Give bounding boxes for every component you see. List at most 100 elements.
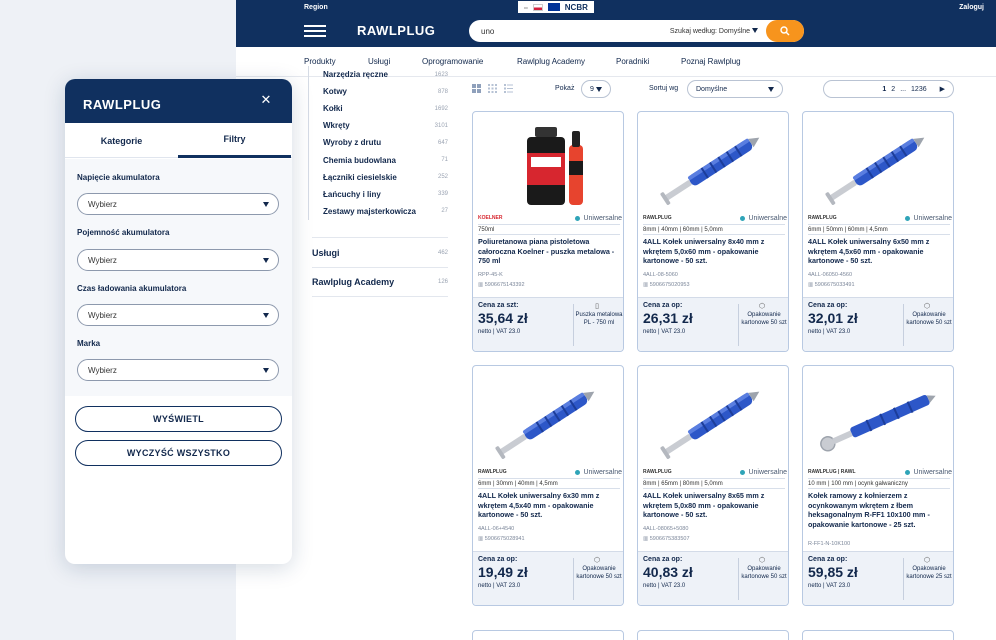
category-academy[interactable]: Rawlplug Academy 126 bbox=[312, 267, 448, 297]
product-image[interactable] bbox=[807, 119, 951, 209]
nav-item-poradniki[interactable]: Poradniki bbox=[616, 57, 649, 66]
page-2[interactable]: 2 bbox=[891, 86, 895, 93]
product-title[interactable]: 4ALL Kołek uniwersalny 8x40 mm z wkrętem… bbox=[643, 237, 783, 266]
pagination: 1 2 ... 1236 ▶ bbox=[823, 80, 954, 98]
tab-kategorie[interactable]: Kategorie bbox=[65, 123, 178, 158]
page-1[interactable]: 1 bbox=[882, 86, 886, 93]
price-label: Cena za op: bbox=[478, 556, 518, 563]
product-card-partial[interactable] bbox=[637, 630, 789, 640]
category-item[interactable]: Narzędzia ręczne 1623 bbox=[308, 66, 448, 84]
product-image[interactable] bbox=[477, 373, 621, 463]
vat-info: netto | VAT 23.0 bbox=[478, 583, 521, 589]
category-label: Kotwy bbox=[323, 87, 347, 97]
ean-value: 5906675143392 bbox=[484, 281, 525, 288]
price-label: Cena za op: bbox=[643, 302, 683, 309]
product-specs: 8mm | 65mm | 80mm | 5,0mm bbox=[643, 481, 723, 487]
product-card-partial[interactable] bbox=[802, 630, 954, 640]
ean-value: 5906675033491 bbox=[814, 281, 855, 288]
per-page-select[interactable]: 9 bbox=[581, 80, 611, 98]
category-item[interactable]: Wkręty 3101 bbox=[308, 117, 448, 135]
login-link[interactable]: Zaloguj bbox=[959, 4, 984, 11]
product-card[interactable]: RAWLPLUG Uniwersalne 6mm | 50mm | 60mm |… bbox=[802, 111, 954, 352]
grid-view-icon[interactable] bbox=[472, 84, 481, 93]
product-image[interactable] bbox=[642, 119, 786, 209]
filter-select-voltage[interactable]: Wybierz bbox=[77, 193, 279, 215]
rawlplug-logo: RAWLPLUG bbox=[83, 97, 162, 112]
price-value: 26,31 zł bbox=[643, 310, 693, 326]
product-card[interactable]: RAWLPLUG Uniwersalne 8mm | 40mm | 60mm |… bbox=[637, 111, 789, 352]
price-value: 19,49 zł bbox=[478, 564, 528, 580]
filter-label-charge-time: Czas ładowania akumulatora bbox=[77, 284, 187, 293]
nav-item-academy[interactable]: Rawlplug Academy bbox=[517, 57, 585, 66]
search-scope-select[interactable]: Szukaj według: Domyślne bbox=[670, 27, 766, 35]
nav-item-uslugi[interactable]: Usługi bbox=[368, 57, 390, 66]
packaging-info: Opakowanie kartonowe 50 szt bbox=[741, 312, 787, 326]
hamburger-menu-icon[interactable] bbox=[304, 25, 326, 37]
category-item[interactable]: Kotwy 878 bbox=[308, 83, 448, 101]
category-count: 27 bbox=[441, 208, 448, 215]
price-box: Cena za op: 40,83 zł netto | VAT 23.0 ⬡ … bbox=[638, 551, 788, 605]
brand-row: RAWLPLUG Uniwersalne bbox=[643, 213, 787, 223]
next-page-icon[interactable]: ▶ bbox=[940, 85, 945, 93]
list-view-icon[interactable] bbox=[504, 84, 513, 93]
brand-row: RAWLPLUG Uniwersalne bbox=[478, 467, 622, 477]
product-card[interactable]: KOELNER Uniwersalne 750ml Poliuretanowa … bbox=[472, 111, 624, 352]
poland-flag bbox=[532, 3, 543, 11]
anchor-product-image bbox=[660, 391, 760, 459]
sort-select[interactable]: Domyślne bbox=[687, 80, 783, 98]
filter-select-brand[interactable]: Wybierz bbox=[77, 359, 279, 381]
category-item[interactable]: Łączniki ciesielskie 252 bbox=[308, 168, 448, 186]
category-item[interactable]: Chemia budowlana 71 bbox=[308, 151, 448, 169]
box-icon: ⬡ bbox=[923, 303, 931, 310]
dot-icon bbox=[905, 215, 911, 221]
packaging-info: Opakowanie kartonowe 50 szt bbox=[906, 312, 952, 326]
product-image[interactable] bbox=[642, 373, 786, 463]
category-item[interactable]: Wyroby z drutu 647 bbox=[308, 134, 448, 152]
filter-select-charge-time[interactable]: Wybierz bbox=[77, 304, 279, 326]
nav-item-produkty[interactable]: Produkty bbox=[304, 57, 336, 66]
product-image[interactable] bbox=[477, 119, 621, 209]
small-grid-view-icon[interactable] bbox=[488, 84, 497, 93]
show-results-button[interactable]: WYŚWIETL bbox=[75, 406, 282, 432]
category-item[interactable]: Zestawy majsterkowicza 27 bbox=[308, 202, 448, 220]
product-ean: ▥ 5906675028941 bbox=[478, 536, 525, 542]
product-image[interactable] bbox=[807, 373, 951, 463]
region-link[interactable]: Region bbox=[304, 4, 328, 11]
badge-label: Uniwersalne bbox=[748, 468, 787, 476]
product-card[interactable]: RAWLPLUG Uniwersalne 8mm | 65mm | 80mm |… bbox=[637, 365, 789, 606]
vat-info: netto | VAT 23.0 bbox=[643, 583, 686, 589]
product-title[interactable]: Poliuretanowa piana pistoletowa całorocz… bbox=[478, 237, 618, 266]
product-card[interactable]: RAWLPLUG Uniwersalne 6mm | 30mm | 40mm |… bbox=[472, 365, 624, 606]
vat-info: netto | VAT 23.0 bbox=[808, 583, 851, 589]
filter-select-capacity[interactable]: Wybierz bbox=[77, 249, 279, 271]
show-label: Pokaż bbox=[555, 85, 575, 92]
product-title[interactable]: 4ALL Kołek uniwersalny 8x65 mm z wkrętem… bbox=[643, 491, 783, 520]
funds-logo: ▭ bbox=[524, 4, 528, 10]
category-item[interactable]: Łańcuchy i liny 339 bbox=[308, 185, 448, 203]
tab-filtry[interactable]: Filtry bbox=[178, 123, 291, 158]
divider bbox=[573, 558, 574, 600]
nav-item-poznaj[interactable]: Poznaj Rawlplug bbox=[681, 57, 741, 66]
filter-label-capacity: Pojemność akumulatora bbox=[77, 228, 170, 237]
nav-item-oprogramowanie[interactable]: Oprogramowanie bbox=[422, 57, 483, 66]
rawlplug-logo[interactable]: RAWLPLUG bbox=[357, 23, 435, 38]
search-button[interactable] bbox=[766, 20, 804, 42]
product-card[interactable]: RAWLPLUG | RAWL Uniwersalne 10 mm | 100 … bbox=[802, 365, 954, 606]
divider bbox=[738, 304, 739, 346]
close-icon[interactable]: ✕ bbox=[259, 93, 273, 107]
product-card-partial[interactable] bbox=[472, 630, 624, 640]
divider bbox=[808, 488, 950, 489]
clear-all-button[interactable]: WYCZYŚĆ WSZYSTKO bbox=[75, 440, 282, 466]
category-uslugi[interactable]: Usługi 462 bbox=[312, 237, 448, 267]
search-input[interactable]: uno bbox=[469, 27, 670, 36]
product-title[interactable]: Kołek ramowy z kołnierzem z ocynkowanym … bbox=[808, 491, 948, 529]
category-item[interactable]: Kołki 1692 bbox=[308, 100, 448, 118]
brand-logo: RAWLPLUG | RAWL bbox=[808, 469, 856, 475]
price-box: Cena za op: 32,01 zł netto | VAT 23.0 ⬡ … bbox=[803, 297, 953, 351]
product-title[interactable]: 4ALL Kołek uniwersalny 6x50 mm z wkrętem… bbox=[808, 237, 948, 266]
page-last[interactable]: 1236 bbox=[911, 86, 927, 93]
filter-modal: RAWLPLUG ✕ Kategorie Filtry Napięcie aku… bbox=[65, 79, 292, 564]
product-title[interactable]: 4ALL Kołek uniwersalny 6x30 mm z wkrętem… bbox=[478, 491, 618, 520]
chevron-down-icon bbox=[263, 312, 269, 318]
category-label: Narzędzia ręczne bbox=[323, 70, 388, 80]
